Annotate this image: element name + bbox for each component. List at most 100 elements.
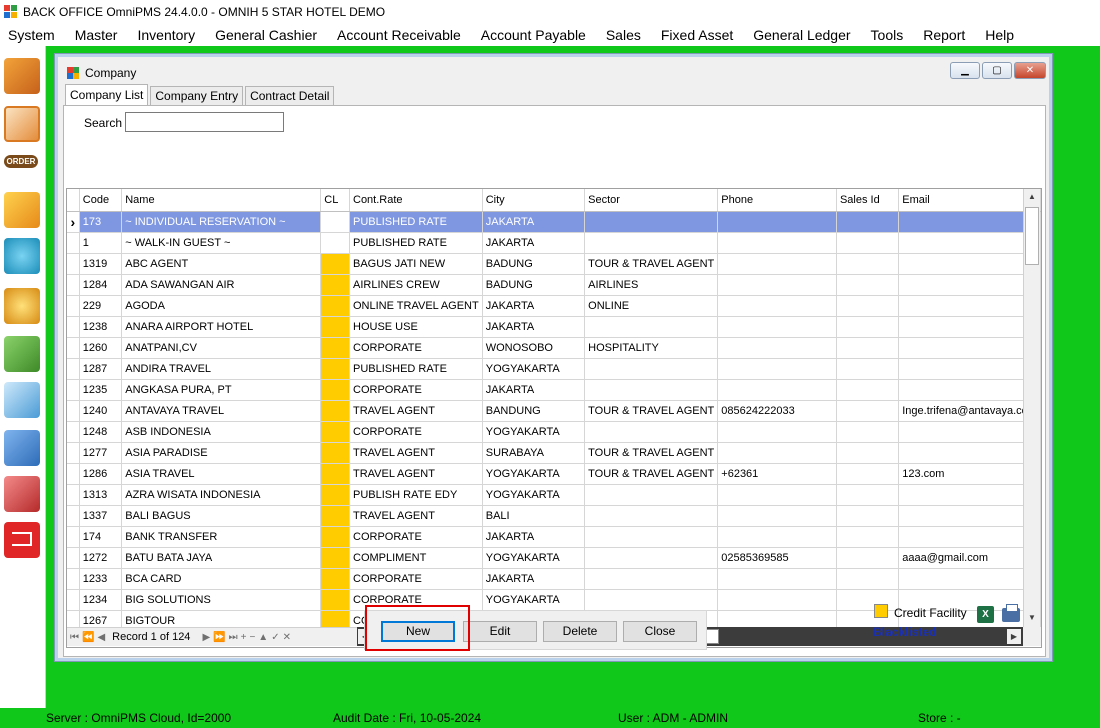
cell-sector[interactable] — [584, 232, 719, 254]
row-selector[interactable] — [67, 442, 80, 464]
cell-sales[interactable] — [836, 232, 900, 254]
cell-city[interactable]: YOGYAKARTA — [482, 358, 586, 380]
cell-city[interactable]: WONOSOBO — [482, 337, 586, 359]
credit-limit-cell[interactable] — [320, 484, 350, 506]
cell-city[interactable]: SURABAYA — [482, 442, 586, 464]
cell-sales[interactable] — [836, 568, 900, 590]
cell-phone[interactable] — [717, 253, 837, 275]
table-row[interactable]: 1260 ANATPANI,CV CORPORATE WONOSOBO HOSPITAL… — [67, 337, 1041, 359]
menu-tools[interactable]: Tools — [871, 27, 904, 43]
maximize-button[interactable]: ▢ — [982, 62, 1012, 79]
cell-code[interactable]: 1287 — [79, 358, 123, 380]
credit-limit-cell[interactable] — [320, 274, 350, 296]
menu-inventory[interactable]: Inventory — [137, 27, 195, 43]
row-selector[interactable] — [67, 295, 80, 317]
table-row[interactable]: 1277 ASIA PARADISE TRAVEL AGENT SURABAYA TOU… — [67, 442, 1041, 464]
cell-city[interactable]: JAKARTA — [482, 379, 586, 401]
credit-limit-cell[interactable] — [320, 211, 350, 233]
search-input[interactable] — [125, 112, 284, 132]
cell-sales[interactable] — [836, 274, 900, 296]
cell-sector[interactable] — [584, 358, 719, 380]
cell-name[interactable]: ~ WALK-IN GUEST ~ — [121, 232, 322, 254]
cell-name[interactable]: BCA CARD — [121, 568, 322, 590]
menu-general-cashier[interactable]: General Cashier — [215, 27, 317, 43]
cell-sector[interactable] — [584, 568, 719, 590]
close-window-button[interactable]: ✕ — [1014, 62, 1046, 79]
row-selector[interactable] — [67, 526, 80, 548]
cell-phone[interactable] — [717, 295, 837, 317]
column-header-name[interactable]: Name — [121, 189, 322, 212]
table-row[interactable]: 1 ~ WALK-IN GUEST ~ PUBLISHED RATE JAKARTA — [67, 232, 1041, 254]
cell-phone[interactable] — [717, 589, 837, 611]
row-selector[interactable]: › — [67, 211, 80, 233]
cell-rate[interactable]: CORPORATE — [349, 526, 483, 548]
cell-rate[interactable]: TRAVEL AGENT — [349, 463, 483, 485]
cell-email[interactable]: 123.com — [898, 463, 1041, 485]
cell-email[interactable] — [898, 421, 1041, 443]
minimize-button[interactable]: ▁ — [950, 62, 980, 79]
row-selector[interactable] — [67, 274, 80, 296]
row-selector[interactable] — [67, 379, 80, 401]
cell-city[interactable]: YOGYAKARTA — [482, 589, 586, 611]
cell-sales[interactable] — [836, 358, 900, 380]
cell-name[interactable]: ABC AGENT — [121, 253, 322, 275]
cell-sales[interactable] — [836, 589, 900, 611]
cell-name[interactable]: ASIA PARADISE — [121, 442, 322, 464]
cell-code[interactable]: 1277 — [79, 442, 123, 464]
first-page-icon[interactable]: ⏮ — [70, 632, 79, 643]
cell-sales[interactable] — [836, 211, 900, 233]
row-selector[interactable] — [67, 232, 80, 254]
credit-limit-cell[interactable] — [320, 253, 350, 275]
cell-phone[interactable] — [717, 526, 837, 548]
exit-icon[interactable] — [4, 522, 40, 558]
cell-rate[interactable]: PUBLISH RATE EDY — [349, 484, 483, 506]
cell-sector[interactable] — [584, 484, 719, 506]
cell-email[interactable]: aaaa@gmail.com — [898, 547, 1041, 569]
cell-city[interactable]: BALI — [482, 505, 586, 527]
table-row[interactable]: 1286 ASIA TRAVEL TRAVEL AGENT YOGYAKARTA TOU… — [67, 463, 1041, 485]
cell-sales[interactable] — [836, 295, 900, 317]
cell-sector[interactable]: ONLINE — [584, 295, 719, 317]
credit-limit-cell[interactable] — [320, 295, 350, 317]
next-page-icon[interactable]: ⏩ — [213, 632, 225, 643]
scroll-up-icon[interactable]: ▲ — [1024, 189, 1040, 205]
menu-account-payable[interactable]: Account Payable — [481, 27, 586, 43]
cell-rate[interactable]: PUBLISHED RATE — [349, 358, 483, 380]
cell-rate[interactable]: AIRLINES CREW — [349, 274, 483, 296]
cell-rate[interactable]: PUBLISHED RATE — [349, 211, 483, 233]
cell-sales[interactable] — [836, 442, 900, 464]
prev-page-icon[interactable]: ⏪ — [82, 632, 94, 643]
cell-name[interactable]: BATU BATA JAYA — [121, 547, 322, 569]
tab-contract-detail[interactable]: Contract Detail — [245, 86, 335, 105]
table-row[interactable]: › 173 ~ INDIVIDUAL RESERVATION ~ PUBLISHED … — [67, 211, 1041, 233]
table-row[interactable]: 1287 ANDIRA TRAVEL PUBLISHED RATE YOGYAKART… — [67, 358, 1041, 380]
cell-code[interactable]: 1240 — [79, 400, 123, 422]
row-selector[interactable] — [67, 316, 80, 338]
last-page-icon[interactable]: ⏭ — [229, 632, 238, 643]
cell-name[interactable]: BALI BAGUS — [121, 505, 322, 527]
table-row[interactable]: 229 AGODA ONLINE TRAVEL AGENT JAKARTA ONLINE — [67, 295, 1041, 317]
cell-city[interactable]: YOGYAKARTA — [482, 463, 586, 485]
cell-email[interactable] — [898, 211, 1041, 233]
scroll-down-icon[interactable]: ▼ — [1024, 610, 1040, 626]
hand-money-icon[interactable] — [4, 336, 40, 372]
vertical-scroll-thumb[interactable] — [1025, 207, 1039, 265]
cell-code[interactable]: 1272 — [79, 547, 123, 569]
credit-limit-cell[interactable] — [320, 379, 350, 401]
cell-email[interactable] — [898, 379, 1041, 401]
table-row[interactable]: 1337 BALI BAGUS TRAVEL AGENT BALI — [67, 505, 1041, 527]
row-selector[interactable] — [67, 589, 80, 611]
cell-city[interactable]: JAKARTA — [482, 211, 586, 233]
menu-system[interactable]: System — [8, 27, 55, 43]
cell-phone[interactable] — [717, 484, 837, 506]
table-row[interactable]: 1272 BATU BATA JAYA COMPLIMENT YOGYAKARTA 02… — [67, 547, 1041, 569]
cell-phone[interactable]: 085624222033 — [717, 400, 837, 422]
credit-limit-cell[interactable] — [320, 547, 350, 569]
boxes-icon[interactable] — [4, 58, 40, 94]
cell-code[interactable]: 173 — [79, 211, 123, 233]
vertical-scrollbar[interactable]: ▲ ▼ — [1023, 189, 1040, 627]
cell-phone[interactable]: +62361 — [717, 463, 837, 485]
cell-sales[interactable] — [836, 337, 900, 359]
cancel-icon[interactable]: ✕ — [283, 632, 291, 643]
cell-sector[interactable] — [584, 505, 719, 527]
